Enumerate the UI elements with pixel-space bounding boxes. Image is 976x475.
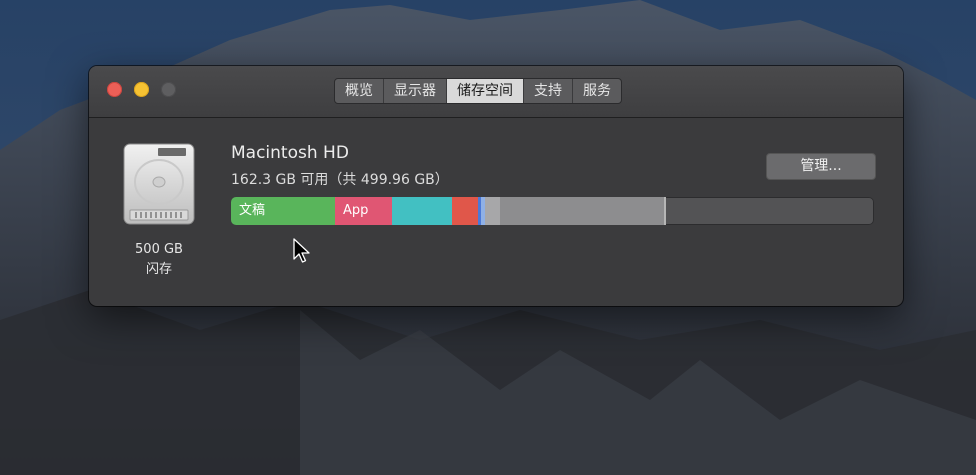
hard-drive-icon — [123, 143, 195, 225]
disk-size-label: 500 GB — [135, 242, 183, 257]
storage-segment-teal[interactable] — [392, 197, 452, 225]
segment-label-documents: 文稿 — [239, 203, 266, 218]
storage-segment-other[interactable] — [500, 197, 666, 225]
tab-support[interactable]: 支持 — [524, 79, 573, 103]
manage-button[interactable]: 管理... — [766, 153, 876, 180]
segment-label-apps: App — [343, 203, 369, 218]
window-titlebar[interactable]: 概览 显示器 储存空间 支持 服务 — [89, 66, 903, 118]
storage-segment-red[interactable] — [452, 197, 478, 225]
zoom-button[interactable] — [161, 82, 176, 97]
storage-segment-documents[interactable]: 文稿 — [231, 197, 335, 225]
tab-bar: 概览 显示器 储存空间 支持 服务 — [334, 78, 622, 104]
tab-service[interactable]: 服务 — [573, 79, 621, 103]
tab-overview[interactable]: 概览 — [335, 79, 384, 103]
tab-storage[interactable]: 储存空间 — [447, 79, 524, 103]
storage-segment-light-gray[interactable] — [485, 197, 500, 225]
storage-usage-bar: 文稿 App — [231, 197, 874, 225]
storage-segment-apps[interactable]: App — [335, 197, 392, 225]
close-button[interactable] — [107, 82, 122, 97]
tab-displays[interactable]: 显示器 — [384, 79, 447, 103]
volume-name: Macintosh HD — [231, 143, 349, 163]
mouse-pointer-icon — [293, 238, 310, 263]
disk-capacity: 500 GB 闪存 — [109, 240, 209, 280]
about-this-mac-window: 概览 显示器 储存空间 支持 服务 500 GB 闪存 Macintosh HD… — [89, 66, 903, 306]
minimize-button[interactable] — [134, 82, 149, 97]
volume-capacity-info: 162.3 GB 可用（共 499.96 GB） — [231, 172, 449, 188]
disk-type-label: 闪存 — [145, 262, 172, 277]
